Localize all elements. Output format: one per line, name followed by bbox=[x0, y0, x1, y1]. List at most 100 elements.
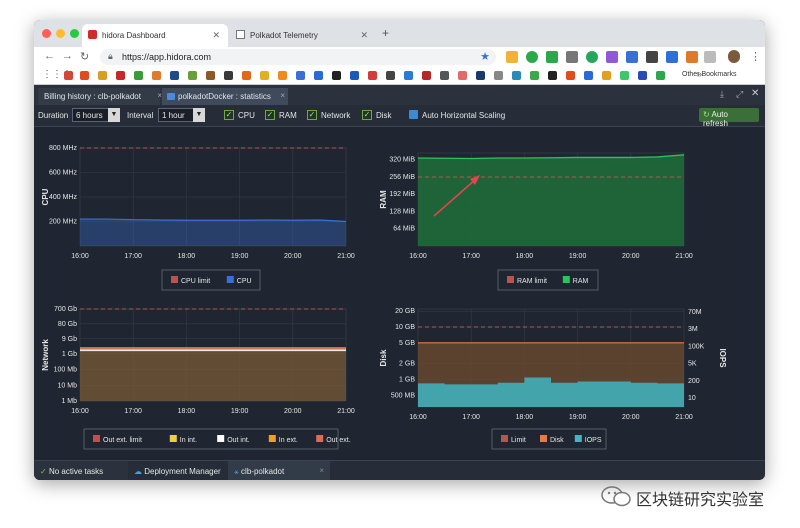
close-panel-icon[interactable]: ✕ bbox=[751, 88, 759, 99]
chevron-down-icon[interactable]: ▼ bbox=[193, 108, 205, 122]
amazon-icon[interactable] bbox=[548, 71, 557, 80]
tasks-status[interactable]: ✓ No active tasks bbox=[34, 461, 128, 480]
bookmark-icon[interactable] bbox=[404, 71, 413, 80]
github-icon[interactable] bbox=[332, 71, 341, 80]
browser-tab-telemetry[interactable]: Polkadot Telemetry ✕ bbox=[230, 24, 376, 47]
cpu-x-tick: 16:00 bbox=[71, 253, 89, 260]
bookmark-icon[interactable] bbox=[602, 71, 611, 80]
bookmark-icon[interactable] bbox=[584, 71, 593, 80]
download-icon[interactable]: ⤓ bbox=[720, 89, 724, 100]
bookmark-icon[interactable] bbox=[458, 71, 467, 80]
maximize-window-icon[interactable] bbox=[70, 29, 79, 38]
auto-scaling-link[interactable]: Auto Horizontal Scaling bbox=[422, 111, 505, 120]
ram-legend-label: RAM bbox=[573, 278, 589, 285]
bookmark-icon[interactable] bbox=[620, 71, 629, 80]
bookmark-icon[interactable] bbox=[242, 71, 251, 80]
network-legend-swatch bbox=[316, 435, 324, 442]
bookmark-icon[interactable] bbox=[260, 71, 269, 80]
env-tab[interactable]: ⚹ clb-polkadot × bbox=[228, 461, 330, 480]
profile-avatar[interactable] bbox=[728, 50, 740, 63]
bookmark-icon[interactable] bbox=[422, 71, 431, 80]
bookmark-icon[interactable] bbox=[350, 71, 359, 80]
close-icon[interactable]: × bbox=[280, 91, 285, 100]
bookmark-icon[interactable] bbox=[368, 71, 377, 80]
cpu-checkbox[interactable]: ✓ bbox=[224, 110, 234, 120]
cpu-legend-swatch bbox=[171, 276, 178, 283]
disk-checkbox[interactable]: ✓ bbox=[362, 110, 372, 120]
bookmark-icon[interactable] bbox=[440, 71, 449, 80]
bookmark-icon[interactable] bbox=[512, 71, 521, 80]
iops-y-tick: 70M bbox=[688, 309, 702, 316]
minimize-window-icon[interactable] bbox=[56, 29, 65, 38]
bookmark-icon[interactable] bbox=[116, 71, 125, 80]
address-bar-row: ← → ↻ 🔒︎ https://app.hidora.com ★ ⋮ bbox=[34, 47, 765, 67]
extension-icon[interactable] bbox=[526, 51, 538, 63]
extension-icon[interactable] bbox=[606, 51, 618, 63]
bookmark-icon[interactable] bbox=[206, 71, 215, 80]
close-tab-icon[interactable]: ✕ bbox=[212, 30, 220, 41]
browser-tab-hidora[interactable]: hidora Dashboard ✕ bbox=[82, 24, 228, 47]
reload-icon[interactable]: ↻ bbox=[80, 50, 89, 63]
refresh-icon: ↻ bbox=[703, 110, 710, 119]
extension-icon[interactable] bbox=[506, 51, 518, 63]
url-input[interactable]: 🔒︎ https://app.hidora.com ★ bbox=[100, 49, 496, 65]
network-x-tick: 20:00 bbox=[284, 408, 302, 415]
bookmark-icon[interactable] bbox=[296, 71, 305, 80]
bookmark-icon[interactable] bbox=[494, 71, 503, 80]
extension-icon[interactable] bbox=[626, 51, 638, 63]
extension-icon[interactable] bbox=[666, 51, 678, 63]
network-legend-label: Out ext. limit bbox=[103, 437, 142, 444]
docker-icon bbox=[167, 93, 175, 100]
other-bookmarks-label[interactable]: Other Bookmarks bbox=[682, 71, 736, 78]
tab-billing-history[interactable]: Billing history : clb-polkadot × bbox=[38, 88, 162, 105]
expand-icon[interactable]: ⤢ bbox=[736, 89, 743, 100]
deployment-manager-tab[interactable]: ☁ Deployment Manager bbox=[128, 461, 228, 480]
cpu-y-tick: 400 MHz bbox=[49, 194, 78, 201]
close-tab-icon[interactable]: ✕ bbox=[360, 30, 368, 41]
extension-icon[interactable] bbox=[646, 51, 658, 63]
forward-icon[interactable]: → bbox=[62, 50, 73, 62]
bookmark-icon[interactable] bbox=[188, 71, 197, 80]
cpu-x-tick: 18:00 bbox=[178, 253, 196, 260]
extension-icon[interactable] bbox=[566, 51, 578, 63]
extension-icon[interactable] bbox=[704, 51, 716, 63]
extension-icon[interactable] bbox=[686, 51, 698, 63]
disk-x-tick: 18:00 bbox=[516, 414, 534, 421]
close-window-icon[interactable] bbox=[42, 29, 51, 38]
bookmark-star-icon[interactable]: ★ bbox=[480, 50, 490, 63]
bookmark-icon[interactable] bbox=[386, 71, 395, 80]
back-icon[interactable]: ← bbox=[44, 50, 55, 62]
interval-select[interactable]: 1 hour bbox=[158, 108, 194, 122]
cpu-area bbox=[80, 219, 346, 246]
office-icon[interactable] bbox=[80, 71, 89, 80]
bookmark-icon[interactable] bbox=[152, 71, 161, 80]
bookmark-icon[interactable] bbox=[170, 71, 179, 80]
tab-statistics[interactable]: polkadotDocker : statistics × bbox=[162, 88, 288, 105]
bookmark-icon[interactable] bbox=[278, 71, 287, 80]
ram-x-tick: 17:00 bbox=[462, 253, 480, 260]
bookmark-icon[interactable] bbox=[656, 71, 665, 80]
extension-icon[interactable] bbox=[546, 51, 558, 63]
bookmark-icon[interactable] bbox=[224, 71, 233, 80]
bookmark-icon[interactable] bbox=[476, 71, 485, 80]
bookmark-icon[interactable] bbox=[98, 71, 107, 80]
iops-y-tick: 3M bbox=[688, 326, 698, 333]
gmail-icon[interactable] bbox=[64, 71, 73, 80]
new-tab-icon[interactable]: + bbox=[382, 26, 389, 40]
auto-refresh-button[interactable]: ↻ Auto refresh bbox=[699, 108, 759, 128]
close-icon[interactable]: × bbox=[319, 466, 324, 475]
extension-icon[interactable] bbox=[586, 51, 598, 63]
ram-checkbox[interactable]: ✓ bbox=[265, 110, 275, 120]
bookmark-icon[interactable] bbox=[638, 71, 647, 80]
check-icon: ✓ bbox=[40, 467, 47, 476]
bookmark-icon[interactable] bbox=[314, 71, 323, 80]
bookmark-icon[interactable] bbox=[530, 71, 539, 80]
network-check-label: Network bbox=[321, 111, 351, 120]
bookmark-icon[interactable] bbox=[134, 71, 143, 80]
browser-tab-title: Polkadot Telemetry bbox=[250, 31, 318, 40]
bookmark-icon[interactable] bbox=[566, 71, 575, 80]
network-checkbox[interactable]: ✓ bbox=[307, 110, 317, 120]
menu-kebab-icon[interactable]: ⋮ bbox=[750, 50, 761, 63]
duration-select[interactable]: 6 hours bbox=[72, 108, 109, 122]
chevron-down-icon[interactable]: ▼ bbox=[108, 108, 120, 122]
